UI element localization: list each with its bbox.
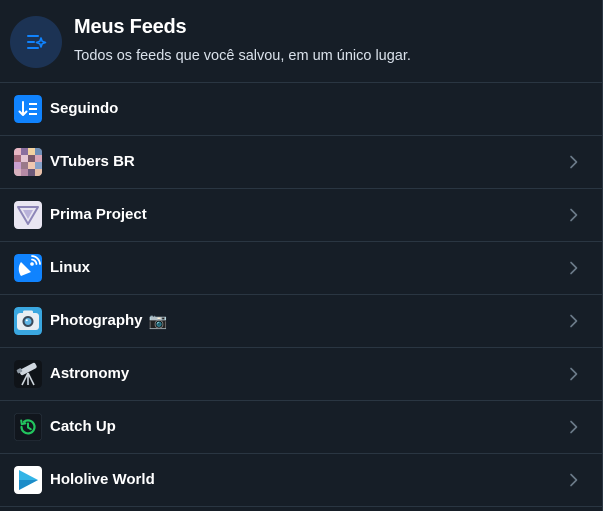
feed-label: Astronomy [50,365,130,382]
feed-item-hololive-world[interactable]: Hololive World [0,454,602,507]
chevron-right-icon [570,261,578,275]
feed-item-linux[interactable]: Linux [0,242,602,295]
page-subtitle: Todos os feeds que você salvou, em um ún… [74,48,411,64]
page-title: Meus Feeds [74,16,187,38]
play-triangle-logo [14,466,42,494]
my-feeds-panel: Meus Feeds Todos os feeds que você salvo… [0,0,603,511]
history-clock-icon [14,413,42,441]
feed-item-vtubers-br[interactable]: VTubers BR [0,136,602,189]
chevron-right-icon [570,208,578,222]
telescope-icon [14,360,42,388]
feed-label: Prima Project [50,206,147,223]
page-header: Meus Feeds Todos os feeds que você salvo… [0,0,602,83]
chevron-right-icon [570,155,578,169]
feed-label: Linux [50,259,90,276]
sort-down-icon [14,95,42,123]
feeds-list: Seguindo VTubers BR Prima Project Linux … [0,83,602,507]
feed-item-seguindo[interactable]: Seguindo [0,83,602,136]
feed-label: Hololive World [50,471,155,488]
feed-label: VTubers BR [50,153,135,170]
feed-label-text: Photography [50,312,143,329]
chevron-right-icon [570,367,578,381]
feed-label: Seguindo [50,100,119,117]
feed-label: Catch Up [50,418,116,435]
prima-triangle-logo [14,201,42,229]
chevron-right-icon [570,420,578,434]
feed-item-catch-up[interactable]: Catch Up [0,401,602,454]
feed-item-prima-project[interactable]: Prima Project [0,189,602,242]
chevron-right-icon [570,314,578,328]
feeds-list-sparkle-icon [10,16,62,68]
feed-label: Photography 📷 [50,295,167,348]
feed-item-astronomy[interactable]: Astronomy [0,348,602,401]
chevron-right-icon [570,473,578,487]
camera-emoji: 📷 [148,313,168,330]
camera-logo [14,307,42,335]
satellite-dish-icon [14,254,42,282]
feed-item-photography[interactable]: Photography 📷 [0,295,602,348]
vtubers-collage-avatar [14,148,42,176]
